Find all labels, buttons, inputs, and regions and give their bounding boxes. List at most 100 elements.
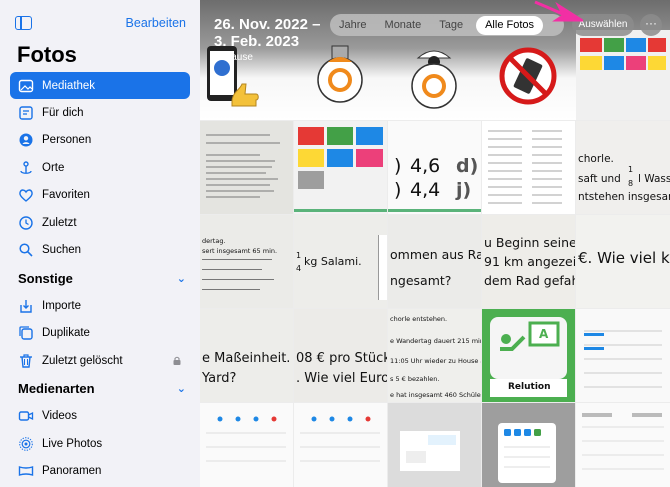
sidebar-item-label: Für dich: [42, 106, 84, 119]
tile-text: u Beginn seiner R: [484, 235, 575, 250]
section-title: Sonstige: [18, 270, 73, 286]
photo-thumbnail[interactable]: [576, 403, 670, 487]
sidebar-item-label: Videos: [42, 410, 77, 423]
math-value-b: 4,4: [410, 179, 441, 201]
sidebar-list: Mediathek Für dich Personen Orte Favorit…: [0, 72, 200, 485]
tile-text: dem Rad gefahre: [484, 273, 575, 288]
photo-thumbnail[interactable]: [294, 121, 387, 214]
location-subtitle: Zuhause: [214, 52, 253, 63]
duplicate-icon: [18, 325, 34, 341]
board-letter: A: [539, 327, 549, 341]
sidebar-toggle-icon[interactable]: [15, 16, 32, 30]
panorama-icon: [18, 463, 34, 479]
page-title: Fotos: [17, 42, 77, 67]
photo-thumbnail[interactable]: ) 4,6 d) ) 4,4 j): [388, 121, 481, 214]
photo-thumbnail[interactable]: [388, 40, 481, 120]
sidebar-item-label: Importe: [42, 299, 81, 312]
photo-thumbnail[interactable]: 08 € pro Stück. . Wie viel Euro: [294, 309, 387, 402]
more-button[interactable]: ···: [640, 14, 662, 36]
photo-thumbnail[interactable]: dertag. sert insgesamt 65 min.: [200, 215, 293, 308]
photo-thumbnail[interactable]: [576, 30, 670, 120]
sidebar-item-label: Duplikate: [42, 327, 90, 340]
tile-text: 08 € pro Stück.: [296, 351, 387, 366]
sidebar-item-personen[interactable]: Personen: [0, 127, 200, 155]
tile-text: 11:05 Uhr wieder zu House an: [390, 357, 481, 365]
segment-jahre[interactable]: Jahre: [330, 19, 376, 31]
tile-text: sert insgesamt 65 min.: [202, 247, 278, 255]
photo-thumbnail[interactable]: €. Wie viel k: [576, 215, 670, 308]
sidebar-item-label: Live Photos: [42, 437, 103, 450]
date-range-title: 26. Nov. 2022 – 3. Feb. 2023: [214, 16, 321, 50]
photo-thumbnail[interactable]: ommen aus Ran ngesamt?: [388, 215, 481, 308]
tile-text: e Wandertag dauert 215 min.: [390, 337, 481, 345]
photo-thumbnail[interactable]: [482, 121, 575, 214]
sidebar-item-importe[interactable]: Importe: [0, 292, 200, 320]
sidebar-item-label: Suchen: [42, 244, 82, 257]
photo-thumbnail[interactable]: 1 4 kg Salami.: [294, 215, 387, 308]
fraction-numerator: 1: [628, 165, 634, 174]
sidebar-item-label: Zuletzt gelöscht: [42, 354, 123, 367]
photo-thumbnail[interactable]: [200, 403, 293, 487]
photo-thumbnail[interactable]: [200, 121, 293, 214]
photo-thumbnail[interactable]: [294, 40, 387, 120]
tile-text: e hat insgesamt 460 Schüler: [390, 391, 481, 399]
clock-icon: [18, 215, 34, 231]
view-segmented-control: Jahre Monate Tage Alle Fotos: [330, 14, 564, 36]
segment-monate[interactable]: Monate: [376, 19, 431, 31]
segment-tage[interactable]: Tage: [430, 19, 472, 31]
sidebar-item-live-photos[interactable]: Live Photos: [0, 430, 200, 458]
sidebar-item-label: Panoramen: [42, 465, 102, 478]
tile-text: ntstehen insgesam: [578, 191, 670, 203]
sidebar-item-fuer-dich[interactable]: Für dich: [0, 99, 200, 127]
edit-button[interactable]: Bearbeiten: [126, 16, 186, 30]
photo-thumbnail[interactable]: [294, 403, 387, 487]
sidebar-item-favoriten[interactable]: Favoriten: [0, 182, 200, 210]
tile-text: ngesamt?: [390, 273, 452, 288]
sidebar-item-label: Personen: [42, 134, 92, 147]
sidebar-item-suchen[interactable]: Suchen: [0, 237, 200, 265]
photo-thumbnail[interactable]: [482, 40, 575, 120]
tile-text: chorle entstehen.: [390, 315, 448, 323]
sidebar: Bearbeiten Fotos Mediathek Für dich Pers…: [0, 0, 200, 487]
photo-thumbnail[interactable]: u Beginn seiner R 91 km angezeigt. dem R…: [482, 215, 575, 308]
chevron-down-icon[interactable]: ⌄: [177, 382, 186, 395]
sidebar-item-label: Zuletzt: [42, 216, 77, 229]
sidebar-item-mediathek[interactable]: Mediathek: [10, 72, 190, 99]
sidebar-item-duplikate[interactable]: Duplikate: [0, 320, 200, 348]
tile-text: Yard?: [202, 371, 237, 386]
sidebar-item-zuletzt[interactable]: Zuletzt: [0, 209, 200, 237]
sidebar-item-zuletzt-geloescht[interactable]: Zuletzt gelöscht: [0, 347, 200, 375]
math-value-a: 4,6: [410, 155, 441, 177]
photo-grid: 26. Nov. 2022 – 3. Feb. 2023 Zuhause Jah…: [200, 0, 670, 487]
relution-label: Relution: [508, 382, 551, 392]
photo-thumbnail[interactable]: e Maßeinheit. 1 Yard?: [200, 309, 293, 402]
pink-arrow-annotation: [534, 0, 583, 22]
sidebar-item-label: Mediathek: [42, 79, 96, 92]
trash-icon: [18, 353, 34, 369]
sidebar-toolbar: Bearbeiten: [0, 0, 200, 40]
sidebar-item-label: Orte: [42, 161, 65, 174]
sidebar-item-videos[interactable]: Videos: [0, 403, 200, 431]
lock-icon: [173, 356, 181, 365]
photo-thumbnail[interactable]: chorle entstehen. e Wandertag dauert 215…: [388, 309, 481, 402]
photo-thumbnail[interactable]: [388, 403, 481, 487]
section-sonstige[interactable]: Sonstige ⌄: [0, 264, 200, 292]
photo-thumbnail[interactable]: [576, 309, 670, 402]
fraction-denominator: 4: [296, 264, 302, 273]
photo-library-icon: [18, 78, 34, 94]
tile-text: l Wasser: [638, 173, 670, 185]
tile-text: saft und: [578, 173, 621, 185]
live-photo-icon: [18, 436, 34, 452]
photo-thumbnail[interactable]: [482, 403, 575, 487]
sidebar-item-orte[interactable]: Orte: [0, 154, 200, 182]
relution-app-thumbnail[interactable]: A Relution: [482, 309, 575, 402]
sidebar-item-label: Favoriten: [42, 189, 90, 202]
photo-thumbnail[interactable]: chorle. saft und 1 8 l Wasser ntstehen i…: [576, 121, 670, 214]
tile-text: 91 km angezeigt.: [484, 254, 575, 269]
section-medienarten[interactable]: Medienarten ⌄: [0, 375, 200, 403]
sidebar-item-panoramen[interactable]: Panoramen: [0, 458, 200, 486]
video-icon: [18, 408, 34, 424]
chevron-down-icon[interactable]: ⌄: [177, 272, 186, 285]
fraction-numerator: 1: [296, 251, 302, 260]
search-icon: [18, 242, 34, 258]
